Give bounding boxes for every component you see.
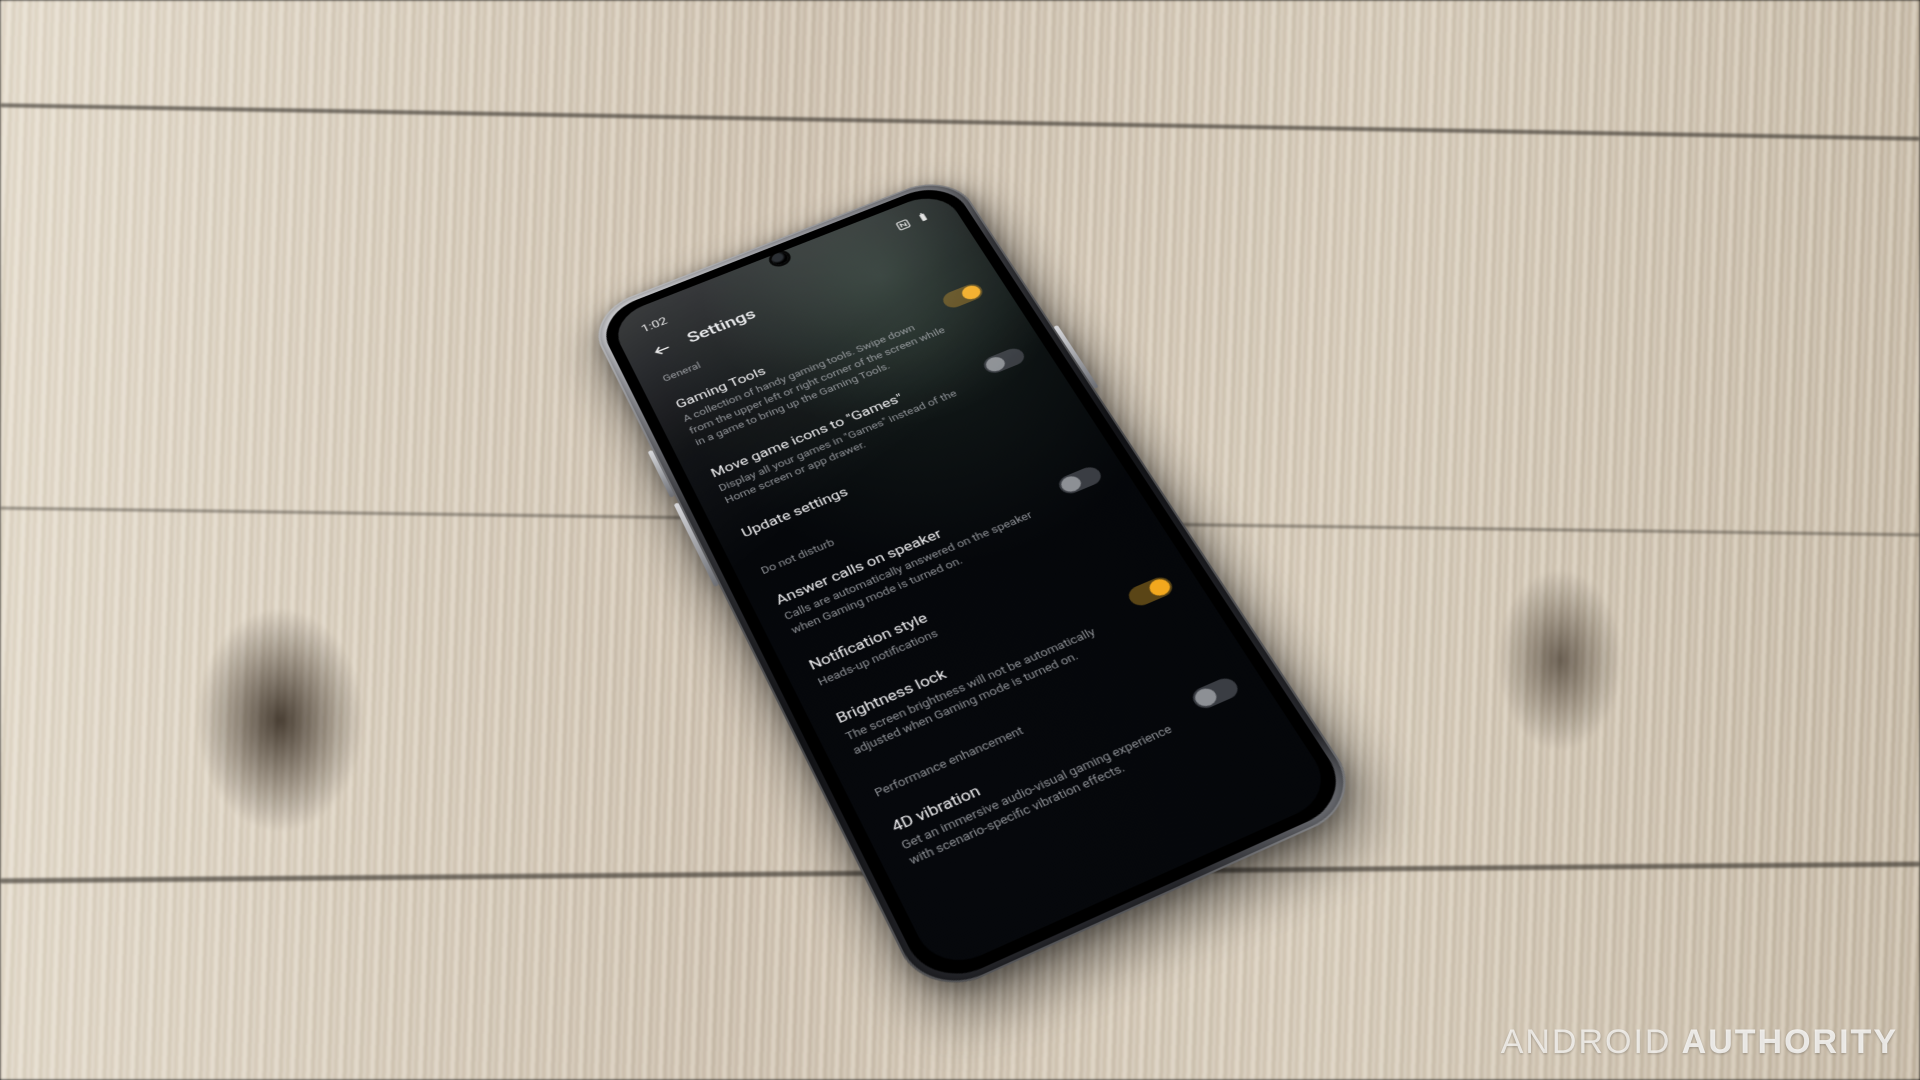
settings-list[interactable]: General Gaming Tools A collection of han… [655, 248, 1309, 952]
toggle-move-game-icons[interactable] [980, 345, 1027, 375]
arrow-left-icon [650, 339, 676, 360]
watermark: ANDROID AUTHORITY [1501, 1023, 1898, 1062]
stage: 1:02 Settings [0, 0, 1920, 1080]
toggle-4d-vibration[interactable] [1189, 675, 1242, 712]
toggle-answer-calls-speaker[interactable] [1055, 464, 1105, 497]
watermark-part2: AUTHORITY [1682, 1023, 1898, 1061]
phone: 1:02 Settings [585, 172, 1368, 1002]
watermark-part1: ANDROID [1501, 1023, 1672, 1061]
row-subtitle: Get an immersive audio-visual gaming exp… [899, 715, 1203, 871]
toggle-gaming-tools[interactable] [940, 281, 986, 310]
toggle-brightness-lock[interactable] [1125, 574, 1177, 609]
